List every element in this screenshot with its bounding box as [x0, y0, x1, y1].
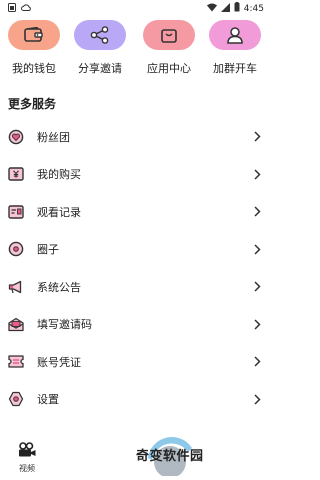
ticket-icon [7, 353, 25, 371]
quick-action-app-center[interactable]: 应用中心 [140, 20, 198, 76]
menu-item-label: 我的购买 [37, 168, 81, 182]
battery-icon [234, 2, 240, 15]
chevron-right-icon [252, 167, 262, 181]
status-bar: 4:45 [0, 0, 270, 16]
menu-item-label: 填写邀请码 [37, 318, 92, 332]
chevron-right-icon [252, 280, 262, 294]
menu-item-fan-club[interactable]: 粉丝团 [0, 118, 270, 156]
quick-action-share[interactable]: 分享邀请 [71, 20, 129, 76]
quick-action-label: 我的钱包 [12, 62, 56, 75]
chevron-right-icon [252, 242, 262, 256]
heart-badge-icon [7, 128, 25, 146]
menu-item-label: 圈子 [37, 243, 59, 257]
quick-actions: 我的钱包 分享邀请 应用中心 加群开车 [0, 20, 270, 80]
section-title-more-services: 更多服务 [8, 97, 57, 111]
quick-action-wallet[interactable]: 我的钱包 [5, 20, 63, 76]
cloud-icon [21, 3, 31, 15]
wallet-icon [8, 20, 60, 50]
menu-item-watch-history[interactable]: 观看记录 [0, 193, 270, 231]
quick-action-label: 应用中心 [147, 62, 191, 75]
menu-item-invite-code[interactable]: 填写邀请码 [0, 306, 270, 344]
menu-item-label: 粉丝团 [37, 130, 70, 144]
services-menu: 粉丝团 我的购买 观看记录 圈子 系统公告 填写邀请码 账号凭证 设置 [0, 118, 270, 418]
chevron-right-icon [252, 130, 262, 144]
quick-action-label: 加群开车 [213, 62, 257, 75]
yen-card-icon [7, 165, 25, 183]
settings-icon [7, 390, 25, 408]
quick-action-join-group[interactable]: 加群开车 [206, 20, 264, 76]
chevron-right-icon [252, 205, 262, 219]
sim-icon [8, 3, 16, 15]
menu-item-label: 账号凭证 [37, 355, 81, 369]
menu-item-my-purchases[interactable]: 我的购买 [0, 156, 270, 194]
wifi-icon [206, 3, 217, 15]
menu-item-settings[interactable]: 设置 [0, 381, 270, 419]
circle-icon [7, 240, 25, 258]
share-icon [74, 20, 126, 50]
envelope-icon [7, 315, 25, 333]
nav-video-tab[interactable]: 视频 [12, 442, 42, 474]
menu-item-announcements[interactable]: 系统公告 [0, 268, 270, 306]
watermark-text: 奇变软件园 [136, 449, 204, 464]
menu-item-label: 观看记录 [37, 205, 81, 219]
status-time: 4:45 [243, 3, 264, 14]
megaphone-icon [7, 278, 25, 296]
bag-icon [143, 20, 195, 50]
nav-video-label: 视频 [19, 464, 35, 473]
watermark: 奇变软件园 [130, 432, 240, 476]
chevron-right-icon [252, 317, 262, 331]
chevron-right-icon [252, 392, 262, 406]
group-icon [209, 20, 261, 50]
signal-icon [220, 2, 230, 15]
menu-item-label: 系统公告 [37, 280, 81, 294]
menu-item-account-credential[interactable]: 账号凭证 [0, 343, 270, 381]
menu-item-circle[interactable]: 圈子 [0, 231, 270, 269]
history-card-icon [7, 203, 25, 221]
video-camera-icon [12, 442, 42, 462]
quick-action-label: 分享邀请 [78, 62, 122, 75]
menu-item-label: 设置 [37, 393, 59, 407]
chevron-right-icon [252, 355, 262, 369]
